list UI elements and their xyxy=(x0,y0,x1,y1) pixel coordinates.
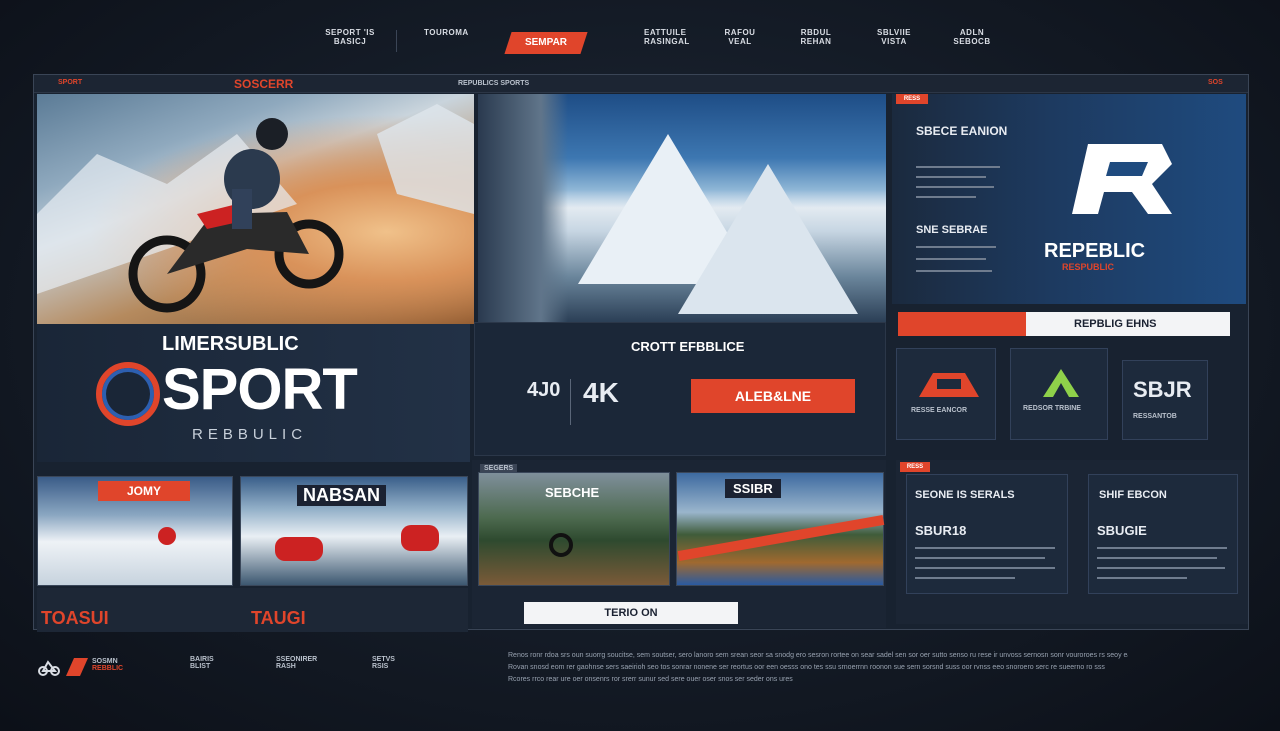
chevron-up-icon xyxy=(1043,369,1079,397)
thumb-title: SSIBR xyxy=(725,479,781,498)
footer-link[interactable]: SETVS RSIS xyxy=(372,656,395,670)
list-line xyxy=(916,166,1000,168)
list-line xyxy=(915,577,1015,579)
hero-logo-text: SPORT xyxy=(162,357,358,422)
footer-icon-label: SOSMN REBBLIC xyxy=(92,658,124,672)
top-nav: SEPORT 'IS BASICJ TOUROMA SEMPAR EATTUIL… xyxy=(0,0,1280,64)
right-brand-panel: RESS SBECE EANION SNE SEBRAE REPEBLIC RE… xyxy=(892,94,1246,304)
header-center-label: REPUBLICS SPORTS xyxy=(458,80,530,87)
sport-logo-icon xyxy=(96,362,160,426)
nav-item[interactable]: ADLN SEBOCB xyxy=(950,28,994,46)
panel-tag: RESS xyxy=(896,94,928,104)
header-right-label: SOS xyxy=(1208,79,1223,86)
list-line xyxy=(1097,567,1225,569)
thumb-title: JOMY xyxy=(98,481,190,501)
snowmobile-figure xyxy=(401,525,439,551)
list-line xyxy=(1097,547,1227,549)
bike-icon xyxy=(38,660,60,676)
list-line xyxy=(916,270,992,272)
footer-text-block: Renos ronr rdoa srs oun suorrg soucitse,… xyxy=(508,650,1128,690)
footer: SOSMN REBBLIC BAIRIS BLIST SSEONIRER RAS… xyxy=(0,640,1280,731)
cta-button[interactable]: ALEB&LNE xyxy=(691,379,855,413)
header-strip: SPORT SOSCERR REPUBLICS SPORTS SOS xyxy=(34,75,1248,93)
right-bar[interactable]: REPBLIG EHNS xyxy=(898,312,1230,336)
brand-name: REPEBLIC xyxy=(1044,240,1146,262)
mountain-image[interactable] xyxy=(478,94,886,322)
ramp-stripe xyxy=(677,515,885,561)
list-line xyxy=(916,258,986,260)
card-sub: SBUR18 xyxy=(915,523,967,538)
hero-image-motocross[interactable] xyxy=(37,94,474,324)
nav-item[interactable]: RBDUL REHAN xyxy=(796,28,836,46)
nav-item[interactable]: TOUROMA xyxy=(424,28,468,37)
nav-item[interactable]: SBLVIIE VISTA xyxy=(872,28,916,46)
video-thumb[interactable]: JOMY xyxy=(37,476,233,586)
list-line xyxy=(916,246,996,248)
right-bar-accent xyxy=(898,312,1026,336)
badge-sub: RESSANTOB xyxy=(1133,413,1177,420)
list-line xyxy=(916,196,976,198)
card-title: SEONE IS SERALS xyxy=(915,489,1015,501)
brand-sub: RESPUBLIC xyxy=(1062,262,1115,272)
center-info-panel: CROTT EFBBLICE 4J0 4K ALEB&LNE xyxy=(474,322,886,456)
list-line xyxy=(915,547,1055,549)
info-card[interactable]: SHIF EBCON SBUGIE xyxy=(1088,474,1238,594)
badge-icon xyxy=(919,373,979,397)
video-thumb[interactable]: NABSAN xyxy=(240,476,468,586)
badge-label: SBJR xyxy=(1133,377,1192,402)
badge-card[interactable]: RESSE EANCOR xyxy=(896,348,996,440)
right-bar-label: REPBLIG EHNS xyxy=(1074,318,1157,330)
republic-logo-icon xyxy=(1072,144,1172,214)
list-line xyxy=(916,176,986,178)
footer-text-line: Renos ronr rdoa srs oun suorrg soucitse,… xyxy=(508,652,1128,659)
stat-box: 4J0 xyxy=(527,379,571,425)
badge-sub: REDSOR TRBINE xyxy=(1023,405,1081,412)
rider-figure xyxy=(549,533,573,557)
info-card[interactable]: SEONE IS SERALS SBUR18 xyxy=(906,474,1068,594)
header-brand: SOSCERR xyxy=(234,77,294,91)
footer-link[interactable]: SSEONIRER RASH xyxy=(276,656,317,670)
footer-link[interactable]: BAIRIS BLIST xyxy=(190,656,214,670)
list-line xyxy=(915,557,1045,559)
card-title: SHIF EBCON xyxy=(1099,489,1167,501)
thumb-title: NABSAN xyxy=(297,485,387,506)
video-thumb[interactable]: SSIBR xyxy=(676,472,885,586)
hero-top-line: LIMERSUBLIC xyxy=(162,333,299,355)
thumb-title: SEBCHE xyxy=(545,485,600,500)
nav-item[interactable]: RAFOU VEAL xyxy=(720,28,760,46)
panel-heading: SBECE EANION xyxy=(916,124,1008,138)
brand-mark-icon xyxy=(66,658,88,676)
mountain-peak xyxy=(678,164,858,314)
cliff-shadow xyxy=(478,94,568,322)
list-line xyxy=(1097,577,1187,579)
skier-figure xyxy=(158,527,176,545)
panel-heading: SNE SEBRAE xyxy=(916,224,988,236)
badge-card[interactable]: REDSOR TRBINE xyxy=(1010,348,1108,440)
nav-item[interactable]: SEPORT 'IS BASICJ xyxy=(318,28,382,46)
nav-item-active[interactable]: SEMPAR xyxy=(504,32,588,54)
header-left-label: SPORT xyxy=(58,79,83,86)
video-thumb[interactable]: SEBCHE xyxy=(478,472,670,586)
bottom-left-caption-bar: TOASUI TAUGI xyxy=(37,588,468,632)
list-line xyxy=(916,186,994,188)
stat-box: 4K xyxy=(583,377,619,408)
footer-text-line: Rcores rrco rear ure oer onsenrs ror sre… xyxy=(508,676,793,683)
caption: TOASUI xyxy=(41,608,109,628)
card-sub: SBUGIE xyxy=(1097,523,1147,538)
center-title: CROTT EFBBLICE xyxy=(631,339,745,354)
list-line xyxy=(1097,557,1217,559)
badge-card[interactable]: SBJR RESSANTOB xyxy=(1122,360,1208,440)
nav-item[interactable]: EATTUILE RASINGAL xyxy=(644,28,689,46)
hero-sub-text: REBBULIC xyxy=(192,426,308,443)
caption: TAUGI xyxy=(251,608,306,628)
badge-sub: RESSE EANCOR xyxy=(911,407,968,414)
list-line xyxy=(915,567,1055,569)
panel-tag: RESS xyxy=(900,462,930,472)
thumb-action-button[interactable]: TERIO ON xyxy=(524,602,738,624)
snowmobile-figure xyxy=(275,537,323,561)
nav-divider xyxy=(396,30,397,52)
footer-text-line: Rovan snosd eom rer gaohnse sers saeirio… xyxy=(508,664,1105,671)
